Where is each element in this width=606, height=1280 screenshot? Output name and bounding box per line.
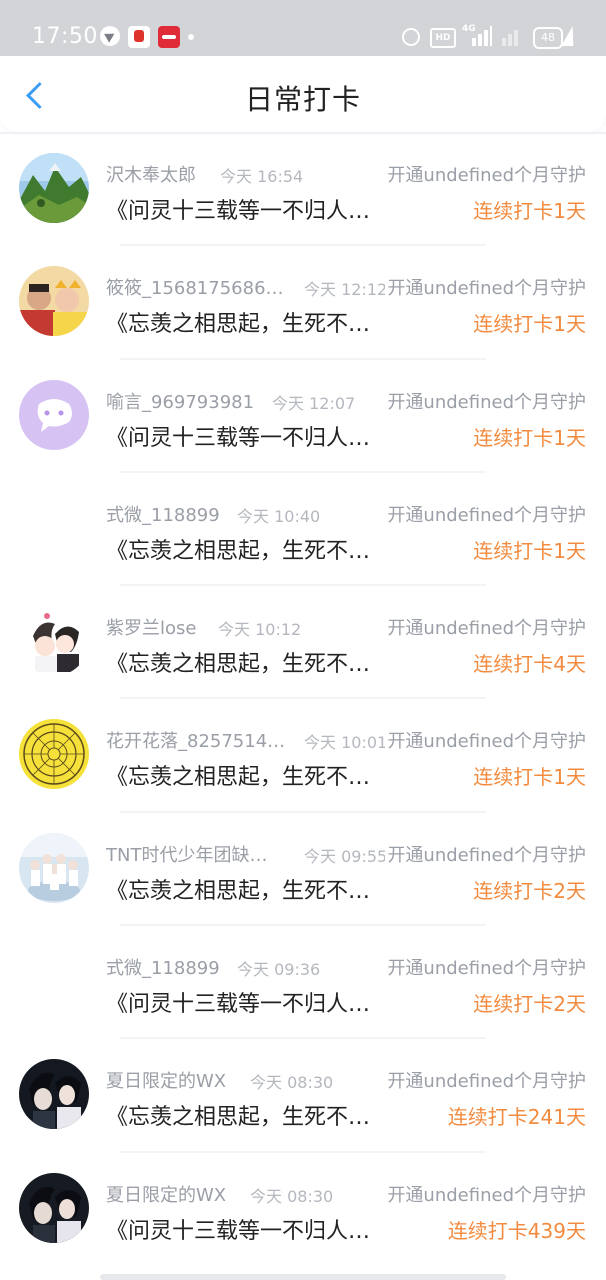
alarm-icon <box>402 28 420 46</box>
checkin-content: 《忘羡之相思起，生死不… <box>106 878 371 904</box>
hd-icon: HD <box>430 28 456 48</box>
list-item[interactable]: 花开花落_8257514… 今天 10:01 开通undefined个月守护 《… <box>0 699 606 814</box>
checkin-content: 《问灵十三载等一不归人… <box>106 992 371 1018</box>
avatar[interactable] <box>19 493 89 563</box>
checkin-content: 《忘羡之相思起，生死不… <box>106 765 371 791</box>
user-name[interactable]: TNT时代少年团缺… <box>106 841 267 867</box>
guard-label: 开通undefined个月守护 <box>385 161 586 187</box>
checkin-time: 今天 08:30 <box>250 1073 334 1093</box>
list-item[interactable]: 沢木奉太郎 今天 16:54 开通undefined个月守护 《问灵十三载等一不… <box>0 133 606 247</box>
checkin-content: 《忘羡之相思起，生死不… <box>106 652 371 678</box>
list-item[interactable]: 紫罗兰lose 今天 10:12 开通undefined个月守护 《忘羡之相思起… <box>0 586 606 700</box>
status-bar: 17:50 HD 4G 48 <box>0 0 606 56</box>
checkin-time: 今天 09:36 <box>237 960 321 980</box>
guard-label: 开通undefined个月守护 <box>385 1067 586 1094</box>
avatar[interactable] <box>19 1172 89 1243</box>
checkin-time: 今天 09:55 <box>304 846 388 866</box>
checkin-content: 《忘羡之相思起，生死不… <box>106 312 371 338</box>
checkin-time: 今天 16:54 <box>220 167 304 186</box>
user-name[interactable]: 紫罗兰lose <box>106 614 196 640</box>
guard-label: 开通undefined个月守护 <box>385 614 586 641</box>
navigation-icon <box>100 26 120 46</box>
streak-label: 连续打卡2天 <box>473 878 586 903</box>
user-name[interactable]: 沢木奉太郎 <box>106 161 196 187</box>
checkin-content: 《问灵十三载等一不归人… <box>106 199 371 224</box>
checkin-content: 《问灵十三载等一不归人… <box>106 1218 371 1244</box>
user-name[interactable]: 花开花落_8257514… <box>106 727 285 753</box>
list-item[interactable]: TNT时代少年团缺… 今天 09:55 开通undefined个月守护 《忘羡之… <box>0 813 606 927</box>
app-notification-icon <box>128 26 150 48</box>
checkin-time: 今天 08:30 <box>250 1186 334 1206</box>
streak-label: 连续打卡1天 <box>473 312 586 337</box>
checkin-time: 今天 10:40 <box>237 506 321 526</box>
streak-label: 连续打卡2天 <box>473 992 586 1017</box>
checkin-list: 沢木奉太郎 今天 16:54 开通undefined个月守护 《问灵十三载等一不… <box>0 133 606 1266</box>
charging-icon <box>561 26 579 46</box>
avatar[interactable] <box>19 832 89 903</box>
streak-label: 连续打卡1天 <box>473 425 586 450</box>
list-item[interactable]: 夏日限定的WX 今天 08:30 开通undefined个月守护 《问灵十三载等… <box>0 1153 606 1266</box>
page-title: 日常打卡 <box>244 83 361 116</box>
checkin-content: 《忘羡之相思起，生死不… <box>106 538 371 564</box>
list-item[interactable]: 筱筱_1568175686… 今天 12:12 开通undefined个月守护 … <box>0 246 606 360</box>
list-item[interactable]: 式微_118899 今天 09:36 开通undefined个月守护 《问灵十三… <box>0 926 606 1040</box>
streak-label: 连续打卡241天 <box>447 1105 586 1130</box>
user-name[interactable]: 喻言_969793981 <box>106 388 254 414</box>
user-name[interactable]: 夏日限定的WX <box>106 1067 226 1093</box>
more-notifications-dot <box>188 34 194 40</box>
streak-label: 连续打卡1天 <box>473 538 586 563</box>
guard-label: 开通undefined个月守护 <box>385 274 586 301</box>
avatar[interactable] <box>19 266 89 337</box>
guard-label: 开通undefined个月守护 <box>385 954 586 981</box>
list-item[interactable]: 夏日限定的WX 今天 08:30 开通undefined个月守护 《忘羡之相思起… <box>0 1039 606 1153</box>
streak-label: 连续打卡1天 <box>473 765 586 790</box>
user-name[interactable]: 式微_118899 <box>106 954 220 980</box>
streak-label: 连续打卡4天 <box>473 652 586 677</box>
guard-label: 开通undefined个月守护 <box>385 387 586 414</box>
user-name[interactable]: 筱筱_1568175686… <box>106 274 284 300</box>
guard-label: 开通undefined个月守护 <box>385 727 586 754</box>
avatar[interactable] <box>19 379 89 450</box>
checkin-time: 今天 12:07 <box>272 393 356 413</box>
user-name[interactable]: 式微_118899 <box>106 501 220 527</box>
streak-label: 连续打卡439天 <box>447 1218 586 1243</box>
scroll-handle <box>100 1274 506 1280</box>
signal-4g-icon: 4G <box>462 24 492 46</box>
avatar[interactable] <box>19 719 89 790</box>
checkin-time: 今天 10:01 <box>304 733 388 753</box>
app-header: 日常打卡 <box>0 56 606 132</box>
list-item[interactable]: 喻言_969793981 今天 12:07 开通undefined个月守护 《问… <box>0 360 606 474</box>
avatar[interactable] <box>19 1059 89 1130</box>
list-item[interactable]: 式微_118899 今天 10:40 开通undefined个月守护 《忘羡之相… <box>0 473 606 587</box>
guard-label: 开通undefined个月守护 <box>385 840 586 867</box>
status-time: 17:50 <box>32 24 98 49</box>
signal-secondary-icon <box>498 26 522 46</box>
streak-label: 连续打卡1天 <box>473 199 586 223</box>
battery-icon: 48 <box>533 27 563 49</box>
avatar[interactable] <box>19 153 89 223</box>
user-name[interactable]: 夏日限定的WX <box>106 1181 226 1207</box>
checkin-time: 今天 12:12 <box>304 280 388 300</box>
avatar[interactable] <box>19 946 89 1016</box>
signal-4g-label: 4G <box>462 24 476 34</box>
guard-label: 开通undefined个月守护 <box>385 1180 586 1207</box>
checkin-content: 《忘羡之相思起，生死不… <box>106 1105 371 1131</box>
checkin-content: 《问灵十三载等一不归人… <box>106 425 371 451</box>
avatar[interactable] <box>19 606 89 677</box>
guard-label: 开通undefined个月守护 <box>385 500 586 527</box>
checkin-time: 今天 10:12 <box>218 620 302 640</box>
shopping-app-icon <box>158 26 180 48</box>
